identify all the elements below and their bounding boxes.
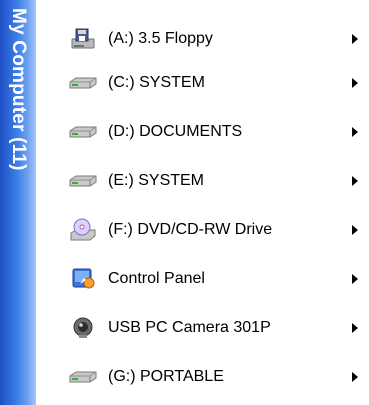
menu-item-control-panel[interactable]: Control Panel xyxy=(58,254,369,303)
menu-item-label: (A:) 3.5 Floppy xyxy=(108,30,213,47)
menu-item-label: USB PC Camera 301P xyxy=(108,318,271,336)
side-band-title: My Computer (11) xyxy=(0,0,36,270)
hard-drive-icon xyxy=(66,71,100,95)
menu-item-drive-g[interactable]: (G:) PORTABLE xyxy=(58,352,369,401)
submenu-arrow-icon xyxy=(350,33,360,45)
my-computer-menu: My Computer (11) (A:) 3.5 Floppy (C:) SY… xyxy=(0,0,369,405)
menu-items: (A:) 3.5 Floppy (C:) SYSTEM (D:) DOCUMEN… xyxy=(58,20,369,401)
menu-item-usb-camera[interactable]: USB PC Camera 301P xyxy=(58,303,369,352)
menu-item-label: (F:) DVD/CD-RW Drive xyxy=(108,220,273,238)
hard-drive-icon xyxy=(66,120,100,144)
menu-item-label: (E:) SYSTEM xyxy=(108,171,205,189)
optical-drive-icon xyxy=(66,218,100,242)
control-panel-icon xyxy=(66,267,100,291)
menu-item-drive-d[interactable]: (D:) DOCUMENTS xyxy=(58,107,369,156)
submenu-arrow-icon xyxy=(350,273,360,285)
submenu-arrow-icon xyxy=(350,126,360,138)
menu-item-label: (D:) DOCUMENTS xyxy=(108,122,243,140)
menu-item-drive-e[interactable]: (E:) SYSTEM xyxy=(58,156,369,205)
side-band: My Computer (11) xyxy=(0,0,36,405)
submenu-arrow-icon xyxy=(350,77,360,89)
submenu-arrow-icon xyxy=(350,175,360,187)
menu-item-drive-f[interactable]: (F:) DVD/CD-RW Drive xyxy=(58,205,369,254)
panel-title: My Computer (11) xyxy=(8,8,29,171)
hard-drive-icon xyxy=(66,365,100,389)
menu-gutter xyxy=(36,0,58,405)
hard-drive-icon xyxy=(66,169,100,193)
submenu-arrow-icon xyxy=(350,224,360,236)
menu-item-label: (G:) PORTABLE xyxy=(108,367,224,385)
menu-item-drive-c[interactable]: (C:) SYSTEM xyxy=(58,58,369,107)
menu-item-floppy-a[interactable]: (A:) 3.5 Floppy xyxy=(58,20,369,58)
submenu-arrow-icon xyxy=(350,322,360,334)
menu-item-label: (C:) SYSTEM xyxy=(108,73,205,91)
submenu-arrow-icon xyxy=(350,371,360,383)
menu-item-label: Control Panel xyxy=(108,269,205,287)
floppy-drive-icon xyxy=(66,27,100,51)
camera-icon xyxy=(66,316,100,340)
